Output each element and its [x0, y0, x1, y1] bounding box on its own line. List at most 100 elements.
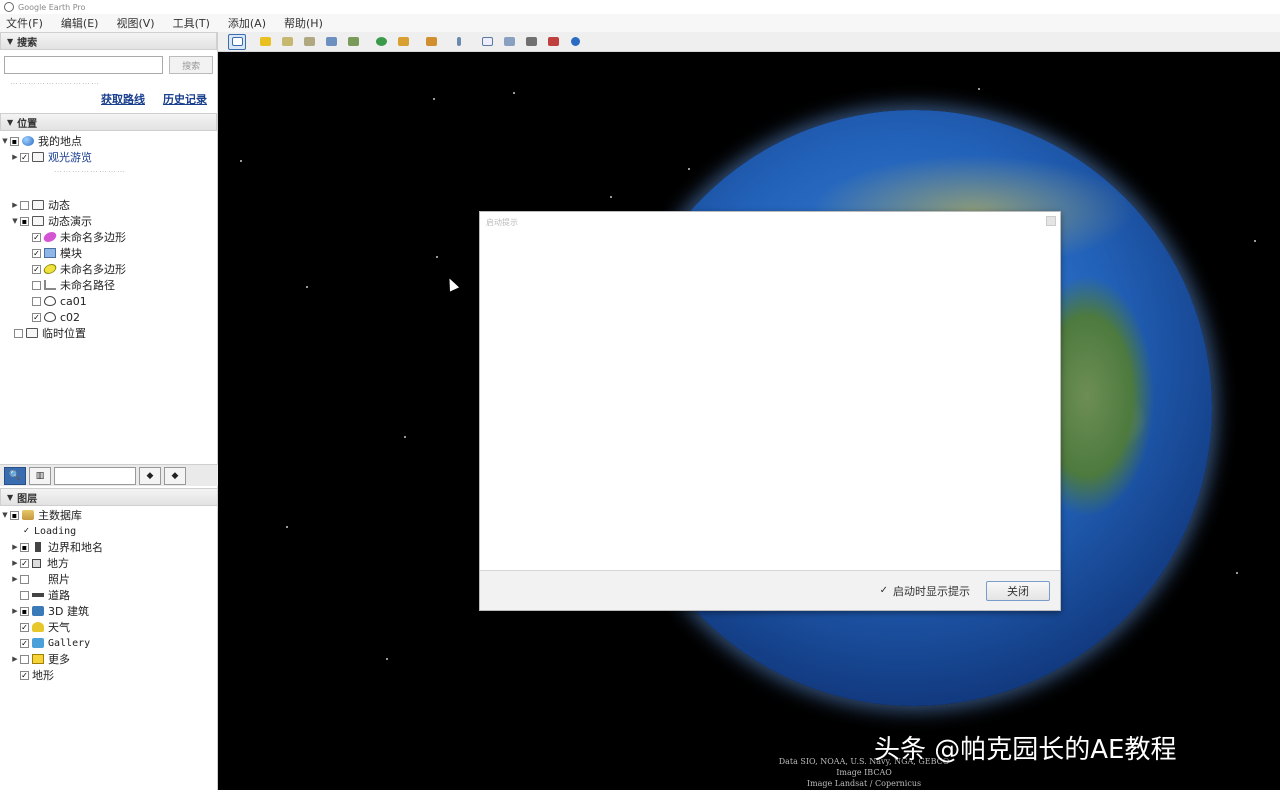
expand-arrow-icon[interactable]: ▼: [0, 137, 10, 145]
checkbox[interactable]: [32, 296, 41, 306]
show-tips-checkbox[interactable]: ✓ 启动时显示提示: [880, 583, 970, 599]
menu-tools[interactable]: 工具(T): [173, 15, 210, 31]
print-button[interactable]: [500, 34, 518, 50]
layer-filter-input[interactable]: [54, 466, 136, 485]
save-image-button[interactable]: [522, 34, 540, 50]
expand-arrow-icon[interactable]: ▼: [0, 511, 10, 519]
checkbox[interactable]: ✓: [20, 638, 29, 648]
checkbox[interactable]: ✓: [20, 622, 29, 632]
checkbox[interactable]: [32, 280, 41, 290]
menu-file[interactable]: 文件(F): [6, 15, 43, 31]
tree-node-path[interactable]: 未命名路径: [0, 277, 217, 293]
tree-node-camera-1[interactable]: ca01: [0, 293, 217, 309]
search-button[interactable]: 搜索: [169, 56, 213, 74]
earth-view-button[interactable]: [566, 34, 584, 50]
search-input[interactable]: [4, 56, 164, 74]
search-row: 搜索: [0, 50, 217, 74]
historical-imagery-button[interactable]: [372, 34, 390, 50]
tree-node-model[interactable]: ✓ 模块: [0, 245, 217, 261]
history-link[interactable]: 历史记录: [163, 91, 207, 107]
checkbox[interactable]: [20, 590, 29, 600]
weather-icon: [32, 622, 44, 632]
checkbox[interactable]: ✓: [20, 558, 29, 568]
checkbox[interactable]: ✓: [32, 264, 41, 274]
tree-node-polygon-1[interactable]: ✓ 未命名多边形: [0, 229, 217, 245]
tree-node-temporary-places[interactable]: 临时位置: [0, 325, 217, 341]
menu-help[interactable]: 帮助(H): [284, 15, 323, 31]
tree-node-animation-demo[interactable]: ▼ ▪ 动态演示: [0, 213, 217, 229]
tree-node-my-places[interactable]: ▼ ▪ 我的地点: [0, 133, 217, 149]
email-button[interactable]: [478, 34, 496, 50]
tree-node-primary-database[interactable]: ▼ ▪ 主数据库: [0, 507, 218, 523]
checkbox[interactable]: [20, 574, 29, 584]
checkbox[interactable]: [20, 654, 29, 664]
checkbox[interactable]: ✓: [20, 152, 29, 162]
search-layers-icon[interactable]: 🔍: [4, 466, 26, 485]
ruler-button[interactable]: [450, 34, 468, 50]
dialog-close-icon[interactable]: [1046, 216, 1056, 226]
tree-node-sightseeing[interactable]: ▶ ✓ 观光游览: [0, 149, 217, 165]
road-icon: [32, 593, 44, 597]
checkbox[interactable]: ✓: [22, 526, 31, 536]
panel-icon[interactable]: ▥: [29, 466, 51, 485]
move-up-icon[interactable]: ◆: [139, 466, 161, 485]
tree-node-borders[interactable]: ▶ ▪ 边界和地名: [0, 539, 218, 555]
star: [436, 256, 438, 258]
expand-arrow-icon[interactable]: ▶: [10, 575, 20, 583]
expand-arrow-icon[interactable]: ▶: [10, 153, 20, 161]
checkbox[interactable]: ▪: [20, 542, 29, 552]
checkbox[interactable]: [20, 200, 29, 210]
tree-node-dynamic[interactable]: ▶ 动态: [0, 197, 217, 213]
tree-node-terrain[interactable]: ✓ 地形: [0, 667, 218, 683]
collapse-triangle-icon: ▼: [7, 492, 14, 502]
checkbox[interactable]: ▪: [20, 216, 29, 226]
get-directions-link[interactable]: 获取路线: [101, 91, 145, 107]
search-panel-header[interactable]: ▼ 搜索: [0, 32, 217, 50]
placemark-button[interactable]: [256, 34, 274, 50]
tree-node-gallery[interactable]: ✓ Gallery: [0, 635, 218, 651]
layers-panel-header[interactable]: ▼ 图层: [0, 488, 218, 506]
sidebar-toggle-button[interactable]: [228, 33, 246, 50]
maps-button[interactable]: [544, 34, 562, 50]
places-panel-header[interactable]: ▼ 位置: [0, 113, 217, 131]
planets-button[interactable]: [422, 34, 440, 50]
title-bar: Google Earth Pro: [0, 0, 1280, 14]
tree-node-loading[interactable]: ✓ Loading: [0, 523, 218, 539]
polygon-button[interactable]: [278, 34, 296, 50]
folder-open-icon: [32, 216, 44, 226]
path-button[interactable]: [300, 34, 318, 50]
watermark: 头条 @帕克园长的AE教程: [874, 735, 1177, 765]
checkbox[interactable]: ✓: [20, 670, 29, 680]
tree-node-more[interactable]: ▶ 更多: [0, 651, 218, 667]
checkbox[interactable]: ▪: [10, 136, 19, 146]
menu-view[interactable]: 视图(V): [116, 15, 154, 31]
checkbox[interactable]: ▪: [20, 606, 29, 616]
checkbox[interactable]: [14, 328, 23, 338]
tree-node-places[interactable]: ▶ ✓ 地方: [0, 555, 218, 571]
tree-node-roads[interactable]: 道路: [0, 587, 218, 603]
record-tour-button[interactable]: [344, 34, 362, 50]
checkbox[interactable]: ▪: [10, 510, 19, 520]
expand-arrow-icon[interactable]: ▶: [10, 543, 20, 551]
checkbox[interactable]: ✓: [32, 248, 41, 258]
expand-arrow-icon[interactable]: ▶: [10, 655, 20, 663]
checkbox[interactable]: ✓: [32, 312, 41, 322]
tree-node-photos[interactable]: ▶ 照片: [0, 571, 218, 587]
menu-add[interactable]: 添加(A): [228, 15, 266, 31]
sunlight-button[interactable]: [394, 34, 412, 50]
tree-node-polygon-2[interactable]: ✓ 未命名多边形: [0, 261, 217, 277]
expand-arrow-icon[interactable]: ▶: [10, 559, 20, 567]
tree-node-weather[interactable]: ✓ 天气: [0, 619, 218, 635]
checkmark-icon: ✓: [879, 585, 888, 596]
checkbox[interactable]: ✓: [32, 232, 41, 242]
tree-node-camera-2[interactable]: ✓ c02: [0, 309, 217, 325]
move-down-icon[interactable]: ◆: [164, 466, 186, 485]
tree-node-3d-buildings[interactable]: ▶ ▪ 3D 建筑: [0, 603, 218, 619]
close-button[interactable]: 关闭: [986, 580, 1050, 601]
expand-arrow-icon[interactable]: ▼: [10, 217, 20, 225]
expand-arrow-icon[interactable]: ▶: [10, 607, 20, 615]
menu-edit[interactable]: 编辑(E): [61, 15, 99, 31]
image-overlay-button[interactable]: [322, 34, 340, 50]
expand-arrow-icon[interactable]: ▶: [10, 201, 20, 209]
layers-toolbar: 🔍 ▥ ◆ ◆: [0, 464, 218, 486]
